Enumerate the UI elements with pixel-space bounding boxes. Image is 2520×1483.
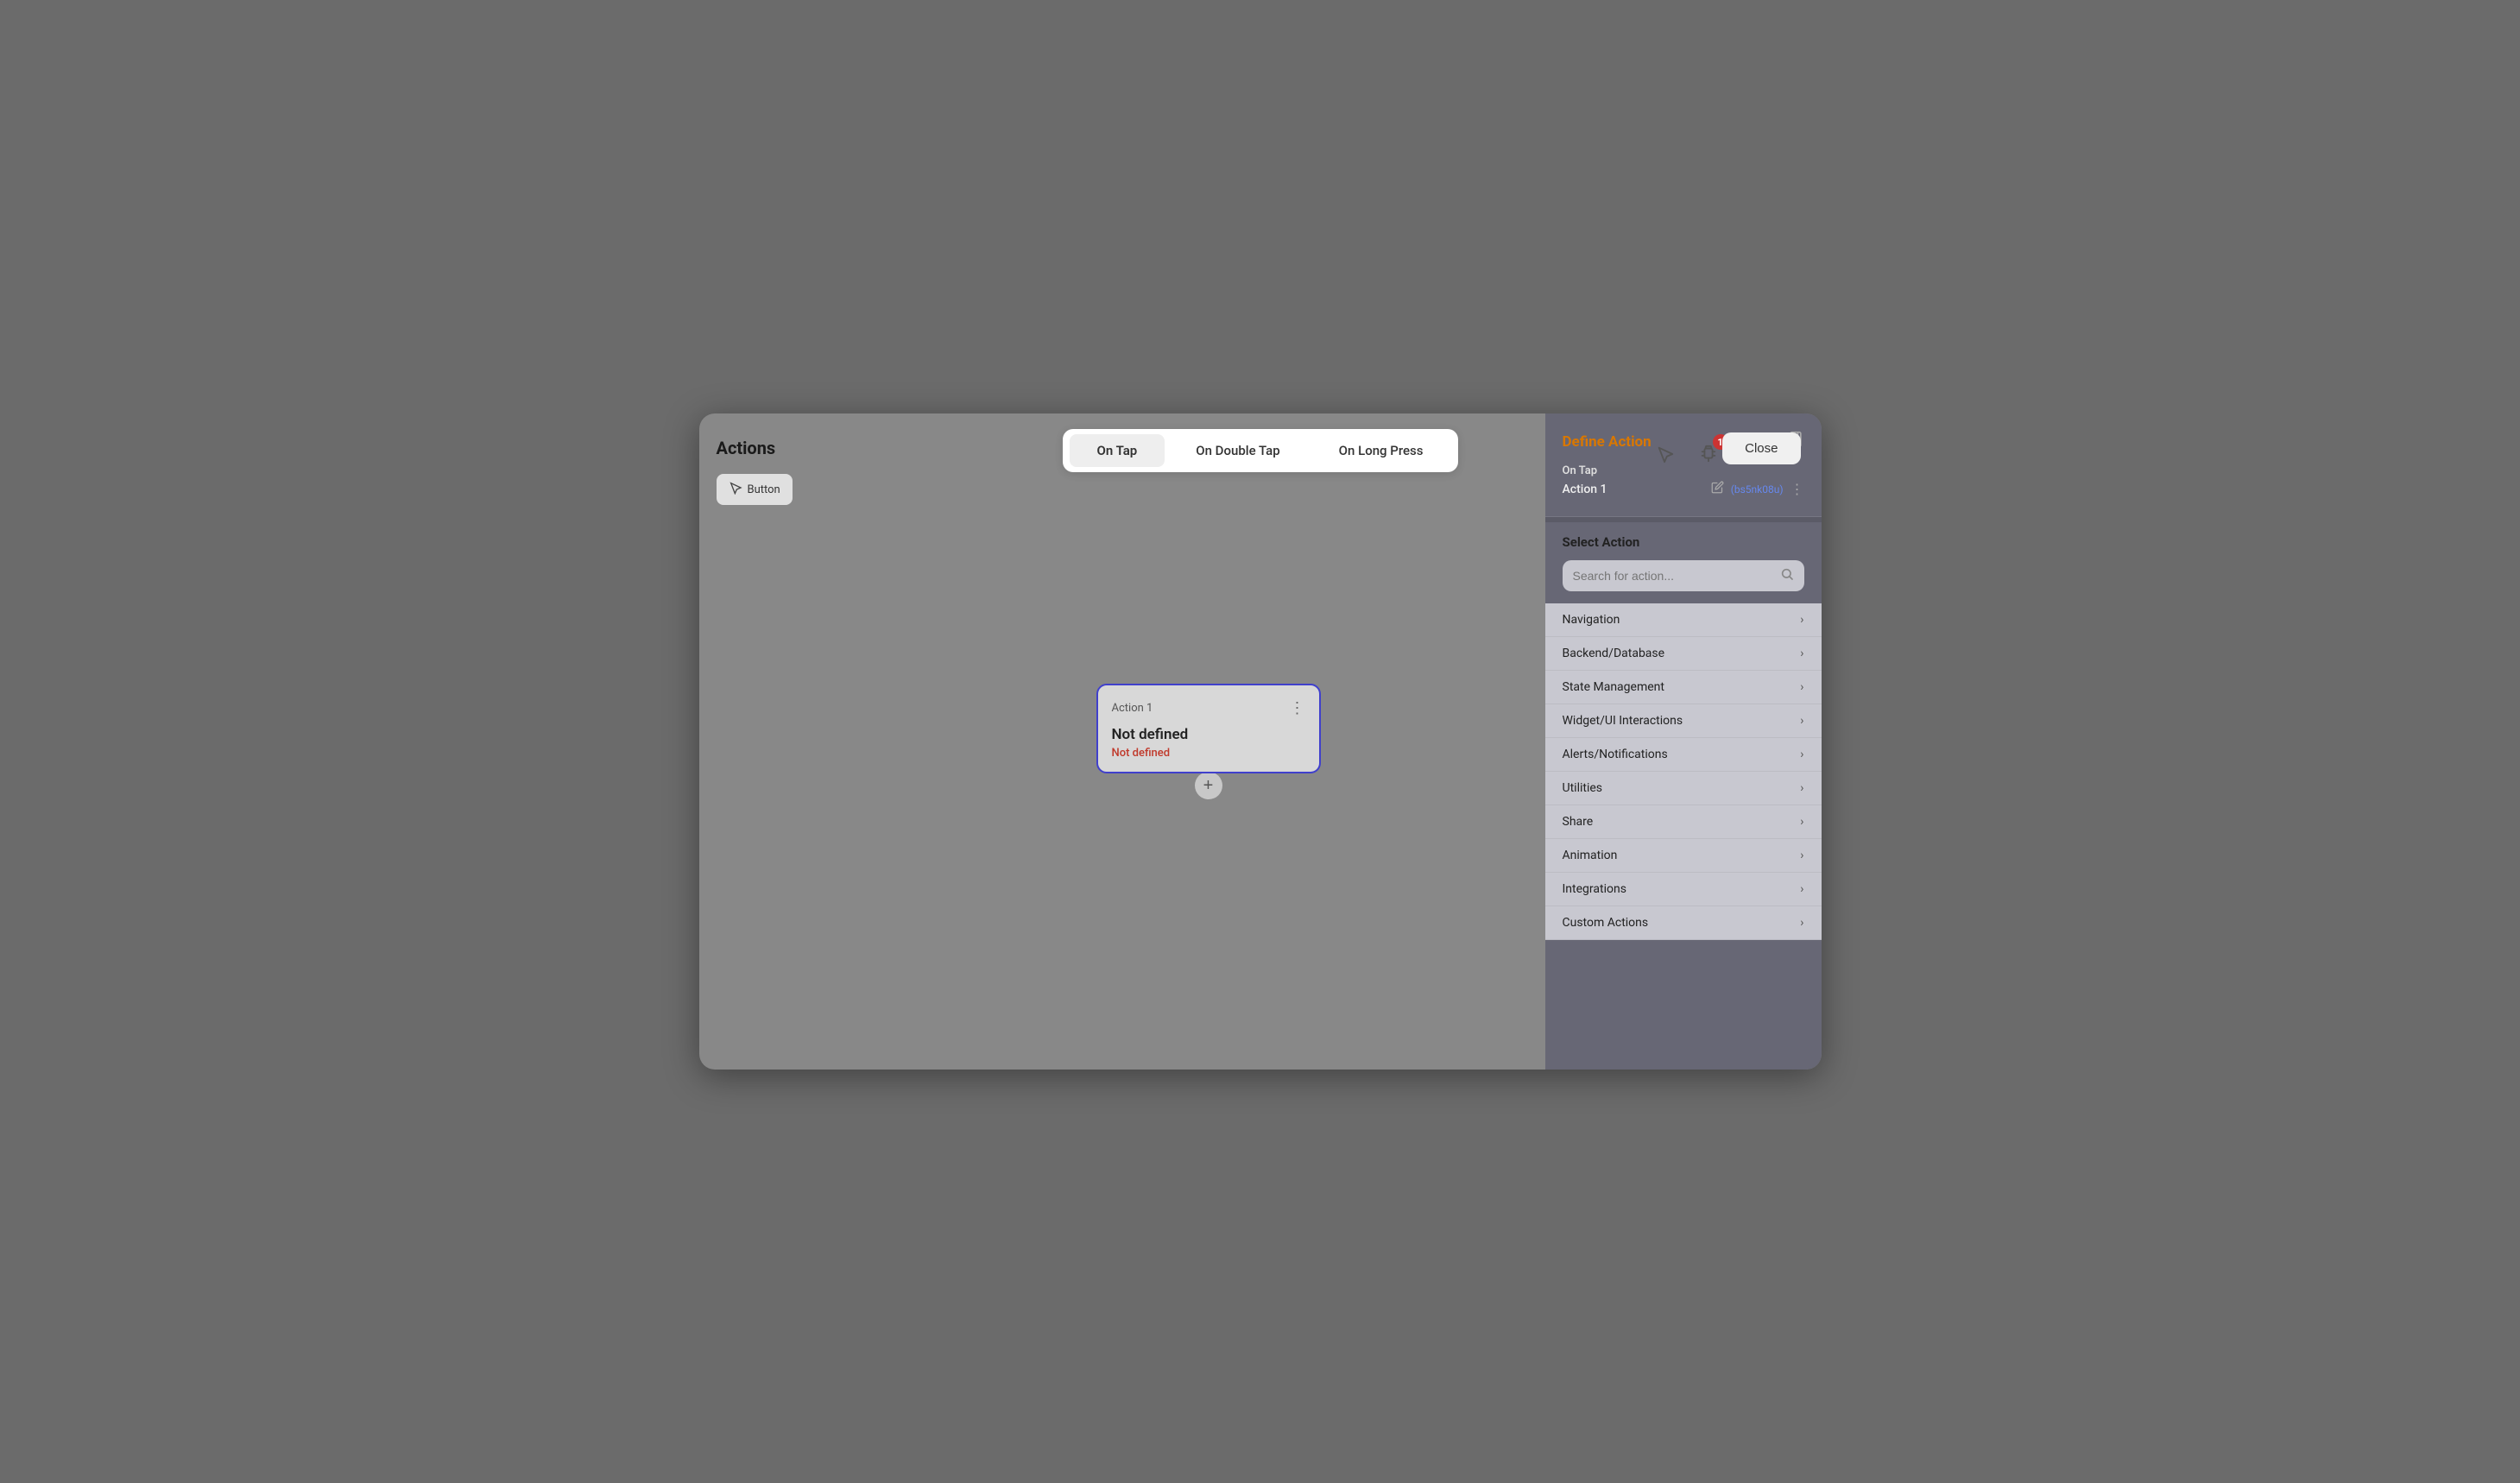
chevron-right-icon: › xyxy=(1800,849,1803,862)
action-row: Action 1 (bs5nk08u) ⋮ xyxy=(1563,481,1804,497)
list-item[interactable]: Share › xyxy=(1545,805,1822,839)
card-subtitle: Not defined xyxy=(1112,747,1305,760)
list-item-label: Integrations xyxy=(1563,882,1626,896)
edit-icon[interactable] xyxy=(1711,481,1724,497)
list-item-label: State Management xyxy=(1563,680,1664,694)
debug-icon-btn[interactable]: 1 xyxy=(1690,436,1727,472)
action-list: Navigation › Backend/Database › State Ma… xyxy=(1545,603,1822,940)
tab-bar: On Tap On Double Tap On Long Press xyxy=(1062,429,1457,472)
top-right-icons: 1 xyxy=(1647,436,1727,472)
close-button[interactable]: Close xyxy=(1722,432,1800,464)
action-card-wrapper: Action 1 ⋮ Not defined Not defined + xyxy=(1096,684,1321,799)
list-item-label: Animation xyxy=(1563,849,1618,862)
list-item[interactable]: Custom Actions › xyxy=(1545,906,1822,940)
main-container: On Tap On Double Tap On Long Press 1 Clo… xyxy=(699,413,1822,1070)
chevron-right-icon: › xyxy=(1800,748,1803,761)
chevron-right-icon: › xyxy=(1800,647,1803,660)
tab-on-tap[interactable]: On Tap xyxy=(1069,434,1165,467)
list-item-label: Alerts/Notifications xyxy=(1563,748,1668,761)
list-item[interactable]: Utilities › xyxy=(1545,772,1822,805)
widget-chip-label: Button xyxy=(748,483,780,496)
action-id[interactable]: (bs5nk08u) xyxy=(1731,483,1784,495)
action-card: Action 1 ⋮ Not defined Not defined xyxy=(1096,684,1321,773)
chevron-right-icon: › xyxy=(1800,916,1803,930)
list-item[interactable]: Widget/UI Interactions › xyxy=(1545,704,1822,738)
cursor-icon xyxy=(729,481,742,498)
cursor-tool-icon[interactable] xyxy=(1647,436,1683,472)
list-item-label: Custom Actions xyxy=(1563,916,1649,930)
action-name: Action 1 xyxy=(1563,483,1607,496)
list-item-label: Backend/Database xyxy=(1563,647,1665,660)
card-title: Not defined xyxy=(1112,726,1305,743)
list-item[interactable]: Alerts/Notifications › xyxy=(1545,738,1822,772)
card-menu-icon[interactable]: ⋮ xyxy=(1290,699,1305,717)
tab-on-long-press[interactable]: On Long Press xyxy=(1311,434,1451,467)
define-action-label: Define Action xyxy=(1563,433,1652,451)
right-panel: Define Action On Tap Action 1 xyxy=(1545,413,1822,1070)
chevron-right-icon: › xyxy=(1800,680,1803,694)
search-input[interactable] xyxy=(1573,569,1773,583)
list-item-label: Widget/UI Interactions xyxy=(1563,714,1683,728)
list-item[interactable]: Animation › xyxy=(1545,839,1822,873)
select-action-title: Select Action xyxy=(1563,534,1804,550)
list-item-label: Utilities xyxy=(1563,781,1603,795)
add-action-button[interactable]: + xyxy=(1195,772,1222,799)
canvas-area: Action 1 ⋮ Not defined Not defined + xyxy=(872,413,1545,1070)
card-label: Action 1 xyxy=(1112,702,1153,715)
chevron-right-icon: › xyxy=(1800,613,1803,627)
list-item[interactable]: Navigation › xyxy=(1545,603,1822,637)
list-item-label: Share xyxy=(1563,815,1594,829)
action-row-right: (bs5nk08u) ⋮ xyxy=(1711,481,1804,497)
list-item[interactable]: Integrations › xyxy=(1545,873,1822,906)
list-item[interactable]: State Management › xyxy=(1545,671,1822,704)
chevron-right-icon: › xyxy=(1800,781,1803,795)
card-header: Action 1 ⋮ xyxy=(1112,699,1305,717)
chevron-right-icon: › xyxy=(1800,882,1803,896)
list-item[interactable]: Backend/Database › xyxy=(1545,637,1822,671)
widget-chip: Button xyxy=(717,474,793,505)
search-box xyxy=(1563,560,1804,591)
chevron-right-icon: › xyxy=(1800,815,1803,829)
tab-on-double-tap[interactable]: On Double Tap xyxy=(1168,434,1307,467)
left-panel: Actions Button xyxy=(699,413,872,1070)
action-more-icon[interactable]: ⋮ xyxy=(1791,481,1804,497)
list-item-label: Navigation xyxy=(1563,613,1620,627)
page-title: Actions xyxy=(717,438,855,458)
search-icon xyxy=(1780,567,1794,584)
select-action-section: Select Action xyxy=(1545,522,1822,591)
chevron-right-icon: › xyxy=(1800,714,1803,728)
